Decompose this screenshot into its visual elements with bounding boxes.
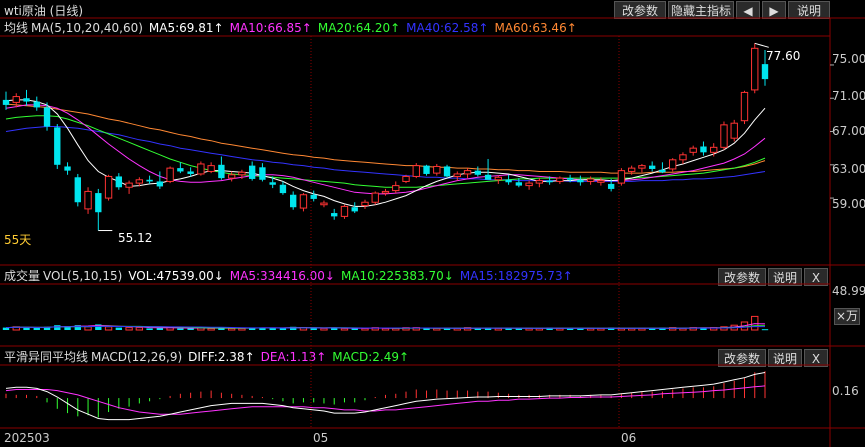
- candle-body: [720, 124, 728, 148]
- candle-body: [351, 207, 358, 212]
- candle-body: [689, 147, 697, 153]
- candle-body: [43, 107, 51, 127]
- volume-bar: [125, 327, 133, 331]
- candle-body: [23, 98, 30, 102]
- candle-body: [197, 163, 205, 175]
- candle-body: [248, 165, 256, 179]
- volume-bar: [84, 326, 92, 331]
- candle-body: [535, 180, 544, 184]
- candle-body: [156, 181, 164, 187]
- candle-body: [227, 174, 236, 179]
- volume-bar: [279, 328, 287, 330]
- candle-body: [402, 175, 410, 182]
- dea-line: [5, 385, 766, 415]
- candle-body: [299, 194, 308, 209]
- candle-body: [474, 170, 481, 175]
- candle-body: [187, 171, 194, 174]
- candle-body: [597, 180, 605, 183]
- candle-body: [290, 194, 297, 208]
- candle-body: [443, 166, 451, 177]
- candle-body: [238, 171, 246, 176]
- candle-body: [423, 165, 430, 174]
- volume-bar: [104, 326, 113, 331]
- volume-bar: [33, 327, 40, 330]
- candle-body: [607, 183, 615, 189]
- volume-bar: [227, 327, 236, 331]
- candle-body: [2, 99, 10, 105]
- candle-body: [679, 154, 687, 161]
- candle-body: [269, 182, 276, 185]
- volume-bar: [340, 327, 349, 331]
- candle-body: [463, 170, 472, 175]
- candle-body: [433, 165, 441, 174]
- candle-body: [484, 174, 492, 180]
- candle-body: [669, 159, 677, 170]
- candle-body: [104, 175, 113, 199]
- candle-body: [412, 165, 420, 177]
- candle-body: [381, 190, 390, 194]
- candle-body: [84, 190, 92, 210]
- candle-body: [730, 122, 738, 139]
- high-marker: [754, 42, 769, 48]
- candle-body: [125, 182, 133, 188]
- candle-body: [525, 182, 533, 187]
- candle-body: [218, 164, 225, 179]
- volume-bar: [761, 329, 769, 331]
- candle-body: [146, 179, 153, 182]
- candle-body: [33, 101, 40, 108]
- price-chart[interactable]: [0, 0, 865, 447]
- candle-body: [761, 64, 769, 80]
- volume-bar: [320, 327, 328, 331]
- candle-body: [546, 180, 553, 183]
- candle-body: [259, 167, 266, 180]
- candle-body: [310, 194, 317, 199]
- volume-bar: [135, 327, 144, 331]
- candle-body: [627, 167, 636, 172]
- candle-body: [135, 179, 144, 184]
- candle-body: [505, 179, 512, 183]
- candle-body: [371, 192, 379, 203]
- candle-body: [95, 193, 102, 213]
- candle-body: [64, 166, 71, 171]
- candle-body: [556, 177, 564, 182]
- volume-bar: [207, 327, 215, 331]
- volume-bar: [23, 327, 30, 330]
- candle-body: [340, 205, 349, 217]
- candle-body: [54, 127, 61, 165]
- candle-body: [115, 176, 123, 188]
- candle-body: [320, 202, 328, 206]
- candle-body: [494, 176, 503, 181]
- volume-bar: [423, 328, 430, 330]
- candle-body: [638, 165, 646, 169]
- volume-bar: [54, 325, 61, 330]
- candle-body: [648, 165, 656, 169]
- candle-body: [710, 146, 718, 153]
- candle-body: [74, 177, 81, 203]
- candle-body: [177, 168, 184, 172]
- volume-bar: [177, 328, 184, 330]
- candle-body: [361, 201, 369, 207]
- candle-body: [392, 185, 400, 192]
- candle-body: [566, 178, 574, 180]
- candle-body: [279, 184, 287, 194]
- volume-bar: [494, 327, 503, 331]
- candle-body: [577, 179, 584, 183]
- candle-body: [586, 178, 595, 182]
- candle-body: [12, 96, 20, 103]
- candle-body: [659, 169, 666, 173]
- volume-bar: [187, 328, 194, 330]
- volume-bar: [115, 327, 123, 330]
- candle-body: [740, 91, 749, 122]
- candle-body: [331, 213, 338, 217]
- candle-body: [515, 182, 523, 186]
- candle-body: [207, 165, 215, 172]
- candle-body: [166, 167, 174, 182]
- candle-body: [700, 146, 707, 153]
- volume-bar: [146, 328, 153, 330]
- candle-body: [751, 47, 759, 91]
- volume-bar: [310, 328, 317, 330]
- candle-body: [453, 173, 461, 177]
- candle-body: [617, 170, 626, 184]
- volume-bar: [238, 327, 246, 331]
